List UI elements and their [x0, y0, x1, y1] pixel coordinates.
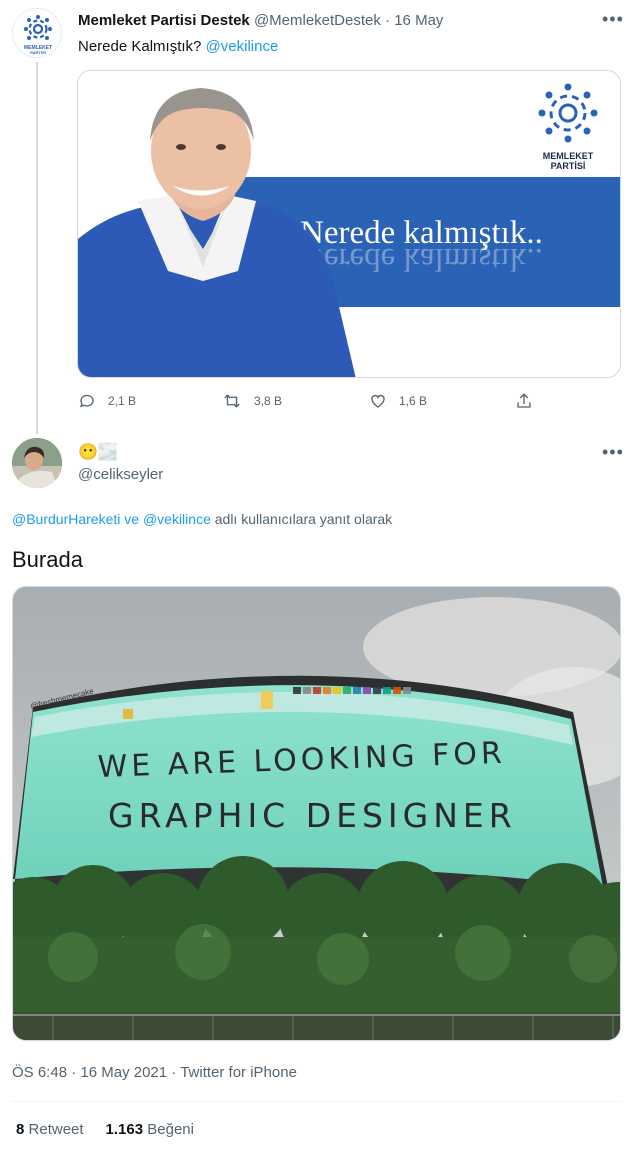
svg-text:Nerede kalmıştık..: Nerede kalmıştık..	[300, 241, 543, 277]
reply-count: 2,1 B	[108, 394, 137, 408]
tweet-source[interactable]: Twitter for iPhone	[180, 1064, 297, 1081]
quoted-tweet-header: Memleket Partisi Destek @MemleketDestek …	[78, 12, 444, 29]
like-action[interactable]: 1,6 B	[369, 392, 427, 410]
user-avatar[interactable]	[12, 438, 62, 488]
mention-burdurhareketi[interactable]: @BurdurHareketi	[12, 511, 120, 527]
retweet-stat[interactable]: 8 Retweet	[16, 1121, 84, 1138]
retweet-action[interactable]: 3,8 B	[222, 392, 282, 410]
mention-vekilince[interactable]: @vekilince	[143, 511, 211, 527]
tweet-text: Burada	[12, 547, 83, 572]
divider	[12, 1101, 621, 1102]
campaign-image: MEMLEKET PARTİSİ Nerede kalmıştık.. Nere…	[78, 71, 620, 377]
tweet-photo[interactable]: @freshmemecake WE ARE LOOKING FOR GRAPHI…	[12, 586, 621, 1041]
svg-text:MEMLEKET: MEMLEKET	[543, 151, 594, 161]
svg-text:PARTİSİ: PARTİSİ	[551, 161, 586, 171]
reply-action[interactable]: 2,1 B	[78, 392, 136, 410]
mention-link[interactable]: @vekilince	[206, 38, 279, 55]
memleket-avatar[interactable]: MEMLEKET PARTİSİ	[12, 8, 62, 58]
thread-line	[36, 62, 38, 434]
more-options-icon[interactable]: •••	[602, 443, 624, 461]
retweet-icon	[224, 394, 240, 408]
reply-icon	[79, 394, 94, 408]
svg-text:PARTİSİ: PARTİSİ	[30, 50, 45, 55]
share-icon	[517, 393, 531, 408]
reply-context: @BurdurHareketi ve @vekilince adlı kulla…	[12, 511, 393, 527]
billboard-photo: @freshmemecake WE ARE LOOKING FOR GRAPHI…	[13, 587, 620, 1040]
engagement-stats: 8 Retweet 1.163 Beğeni	[16, 1121, 194, 1138]
tweet-time[interactable]: ÖS 6:48	[12, 1064, 67, 1081]
like-stat[interactable]: 1.163 Beğeni	[106, 1121, 194, 1138]
user-display-name[interactable]: 😶🌫️	[78, 442, 118, 462]
quoted-tweet-text: Nerede Kalmıştık? @vekilince	[78, 38, 279, 55]
tweet-meta: ÖS 6:48 · 16 May 2021 · Twitter for iPho…	[12, 1064, 297, 1081]
like-count: 1,6 B	[399, 394, 428, 408]
billboard-line2: GRAPHIC DESIGNER	[108, 796, 517, 835]
more-options-icon[interactable]: •••	[602, 10, 624, 28]
memleket-logo-icon: MEMLEKET PARTİSİ	[24, 15, 52, 55]
share-action[interactable]	[515, 392, 533, 410]
tweet-full-date[interactable]: 16 May 2021	[80, 1064, 167, 1081]
retweet-count: 3,8 B	[254, 394, 283, 408]
tweet-date[interactable]: 16 May	[394, 12, 443, 29]
tweet-image-card[interactable]: MEMLEKET PARTİSİ Nerede kalmıştık.. Nere…	[77, 70, 621, 378]
author-handle[interactable]: @MemleketDestek	[254, 12, 381, 29]
user-handle[interactable]: @celikseyler	[78, 466, 163, 483]
heart-icon	[371, 394, 385, 408]
author-name[interactable]: Memleket Partisi Destek	[78, 12, 250, 29]
